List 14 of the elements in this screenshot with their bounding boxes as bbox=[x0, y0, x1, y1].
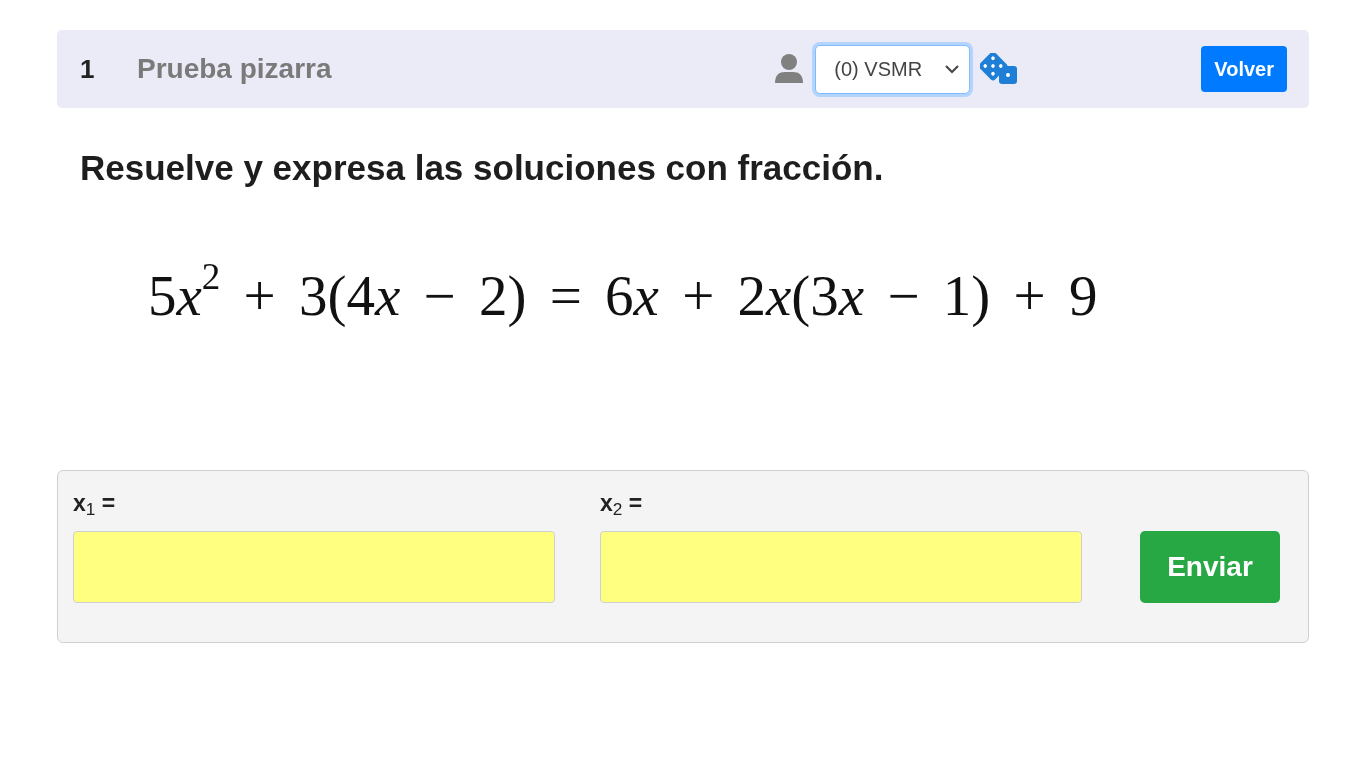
equation: 5x$^{2}$ + 3(4x − 2) = 6x + 2x(3x − 1) + 9 bbox=[148, 264, 1098, 328]
answer-label: x$_{2}$ = bbox=[600, 489, 643, 519]
answer-label: x$_{1}$ = bbox=[73, 489, 116, 519]
back-button[interactable]: Volver bbox=[1201, 46, 1287, 92]
question-number: 1 bbox=[80, 53, 96, 85]
page-title: Prueba pizarra bbox=[137, 53, 332, 85]
dice-icon[interactable] bbox=[980, 53, 1019, 85]
answer-field[interactable] bbox=[600, 531, 1082, 603]
instruction-text: Resuelve y expresa las soluciones con fracción. bbox=[80, 147, 884, 189]
user-icon bbox=[773, 53, 806, 85]
submit-button[interactable]: Enviar bbox=[1140, 531, 1280, 603]
student-select[interactable]: (0) VSMR bbox=[815, 44, 971, 94]
answer-field[interactable] bbox=[73, 531, 555, 603]
caret-icon bbox=[945, 64, 960, 74]
